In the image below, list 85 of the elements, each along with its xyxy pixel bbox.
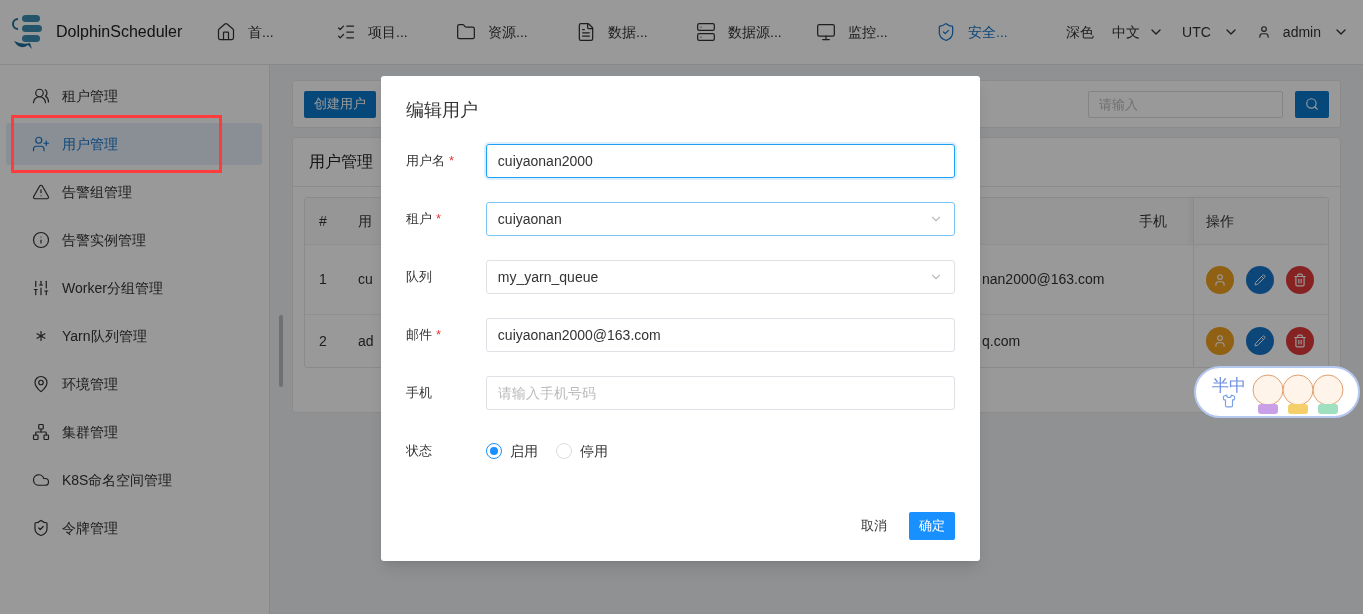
user-plus-icon xyxy=(32,135,50,153)
sidebar-item[interactable]: 告警实例管理 xyxy=(6,219,262,261)
shirt-icon xyxy=(1222,393,1236,408)
column-header: # xyxy=(319,211,327,231)
timezone-select[interactable]: UTC xyxy=(1182,21,1239,43)
cloud-icon xyxy=(32,471,50,489)
field-label: 用户名 xyxy=(406,152,445,171)
radio-option[interactable]: 停用 xyxy=(556,440,608,462)
create-user-button[interactable]: 创建用户 xyxy=(304,90,376,118)
user-action-button[interactable] xyxy=(1206,327,1234,355)
trash-icon xyxy=(1293,272,1307,287)
cancel-button[interactable]: 取消 xyxy=(861,512,887,540)
trash-icon xyxy=(1293,334,1307,348)
sliders-icon xyxy=(32,279,50,297)
user-icon xyxy=(1256,25,1271,39)
folder-icon xyxy=(456,22,476,42)
sidebar-item[interactable]: 集群管理 xyxy=(6,411,262,453)
sidebar-item[interactable]: 告警组管理 xyxy=(6,171,262,213)
input-field[interactable]: cuiyaonan2000@163.com xyxy=(485,318,955,352)
nav-tab[interactable]: 项目... xyxy=(336,21,434,43)
user-icon xyxy=(1213,334,1227,348)
warning-icon xyxy=(32,183,50,201)
sidebar-item[interactable]: 租户管理 xyxy=(6,75,262,117)
nav-tab[interactable]: 资源... xyxy=(456,21,554,43)
select-field[interactable]: cuiyaonan xyxy=(485,202,955,236)
delete-button[interactable] xyxy=(1286,265,1314,294)
table-cell: ad xyxy=(358,332,374,349)
confirm-button[interactable]: 确定 xyxy=(909,512,955,540)
card-title: 用户管理 xyxy=(309,152,373,172)
ime-status-text: 半中 xyxy=(1212,376,1246,394)
map-pin-icon xyxy=(32,375,50,393)
required-mark: * xyxy=(449,152,455,171)
nav-tab[interactable]: 安全... xyxy=(936,21,1034,43)
nav-tab[interactable]: 首... xyxy=(216,21,314,43)
radio-option[interactable]: 启用 xyxy=(486,440,538,462)
users-icon xyxy=(32,87,50,105)
required-mark: * xyxy=(436,210,442,229)
delete-button[interactable] xyxy=(1286,327,1314,355)
shield-check-icon xyxy=(32,519,50,537)
info-icon xyxy=(32,231,50,249)
field-label: 邮件 xyxy=(406,326,432,345)
table-cell: cu xyxy=(358,271,373,287)
user-icon xyxy=(1213,272,1227,287)
sidebar-item[interactable]: Worker分组管理 xyxy=(6,267,262,309)
dialog-title: 编辑用户 xyxy=(406,99,479,122)
edit-button[interactable] xyxy=(1246,327,1274,355)
edit-button[interactable] xyxy=(1246,265,1274,294)
logo-text: DolphinScheduler xyxy=(56,22,183,42)
pencil-icon xyxy=(1254,335,1266,347)
table-cell: 1 xyxy=(319,271,327,287)
language-select[interactable]: 中文 xyxy=(1112,21,1165,43)
input-field[interactable]: cuiyaonan2000 xyxy=(485,144,955,178)
select-field[interactable]: my_yarn_queue xyxy=(485,260,955,294)
column-header: 用 xyxy=(358,211,372,231)
nav-tab[interactable]: 监控... xyxy=(816,21,914,43)
network-icon xyxy=(32,423,50,441)
search-icon xyxy=(1305,97,1319,111)
monitor-icon xyxy=(816,22,836,42)
field-label: 手机 xyxy=(406,384,432,403)
sidebar-item[interactable]: 环境管理 xyxy=(6,363,262,405)
table-cell: nan2000@163.com xyxy=(982,271,1105,287)
column-header: 手机 xyxy=(1139,211,1167,231)
theme-toggle[interactable]: 深色 xyxy=(1066,21,1095,43)
pencil-icon xyxy=(1254,273,1266,286)
user-action-button[interactable] xyxy=(1206,265,1234,294)
field-label: 租户 xyxy=(406,210,432,229)
scrollbar xyxy=(279,315,283,387)
table-cell: q.com xyxy=(982,332,1021,349)
nav-tab[interactable]: 数据... xyxy=(576,21,674,43)
field-label: 状态 xyxy=(406,442,433,461)
user-menu[interactable]: admin xyxy=(1256,21,1349,43)
field-label: 队列 xyxy=(406,268,432,287)
nav-tab[interactable]: 数据源... xyxy=(696,21,794,43)
server-icon xyxy=(696,22,716,42)
shield-icon xyxy=(936,22,956,42)
required-mark: * xyxy=(436,326,442,345)
sidebar-item[interactable]: 令牌管理 xyxy=(6,507,262,549)
home-icon xyxy=(216,22,236,42)
input-field[interactable]: 请输入手机号码 xyxy=(485,376,955,410)
sidebar-item[interactable]: Yarn队列管理 xyxy=(6,315,262,357)
document-icon xyxy=(576,22,596,42)
sidebar-item[interactable]: K8S命名空间管理 xyxy=(6,459,262,501)
search-button[interactable] xyxy=(1295,90,1329,118)
column-header: 操作 xyxy=(1206,211,1234,231)
table-cell: 2 xyxy=(319,332,327,349)
